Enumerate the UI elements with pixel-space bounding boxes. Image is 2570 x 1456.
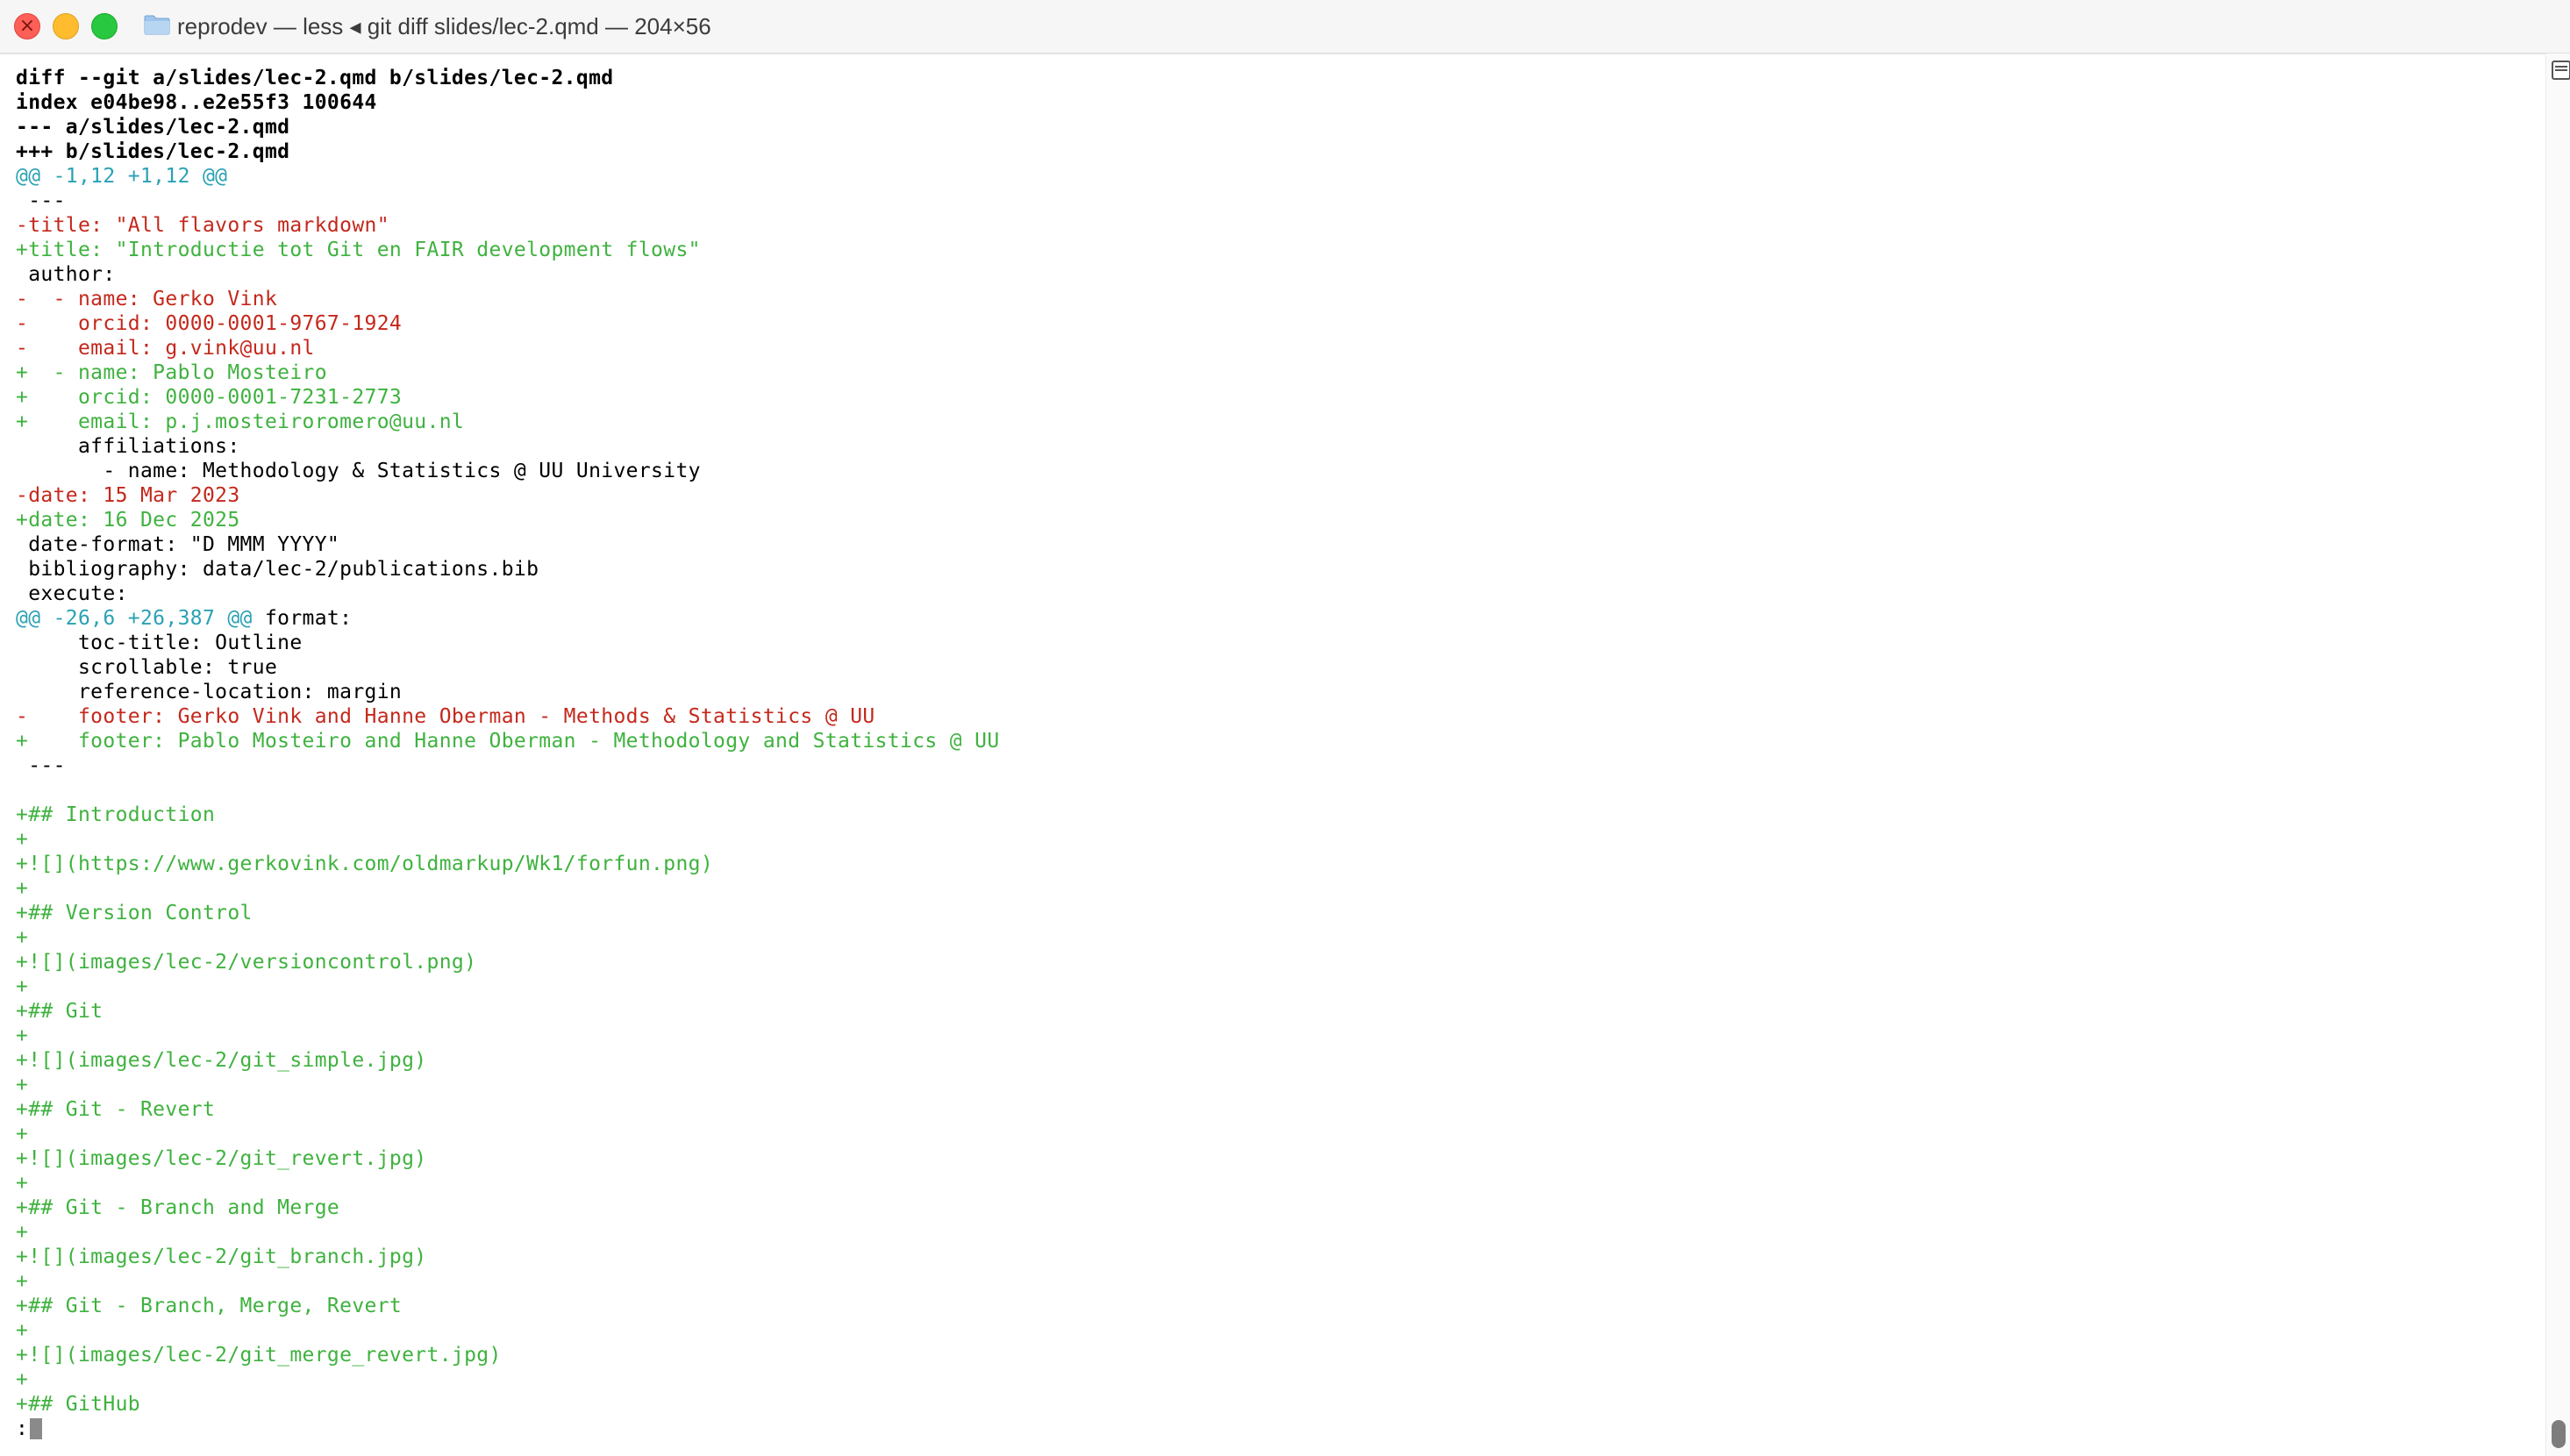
diff-line: + email: p.j.mosteiroromero@uu.nl: [16, 410, 465, 433]
diff-line: author:: [16, 263, 116, 286]
diff-line: +: [16, 926, 29, 949]
diff-line: @@ -1,12 +1,12 @@: [16, 165, 228, 188]
diff-line: + footer: Pablo Mosteiro and Hanne Oberm…: [16, 730, 1000, 753]
diff-line: +![](images/lec-2/git_simple.jpg): [16, 1049, 427, 1072]
diff-line: - footer: Gerko Vink and Hanne Oberman -…: [16, 705, 875, 728]
diff-line: +: [16, 1221, 29, 1244]
diff-line: +: [16, 1319, 29, 1342]
diff-line: - orcid: 0000-0001-9767-1924: [16, 312, 403, 335]
diff-line: - name: Methodology & Statistics @ UU Un…: [16, 460, 701, 482]
less-prompt[interactable]: :: [16, 1417, 1000, 1441]
diff-line: +## Version Control: [16, 902, 253, 924]
diff-line: +++ b/slides/lec-2.qmd: [16, 140, 290, 163]
diff-line: +: [16, 877, 29, 900]
diff-line: +![](images/lec-2/git_revert.jpg): [16, 1147, 427, 1170]
diff-line: +: [16, 1024, 29, 1047]
title-bar[interactable]: reprodev — less ◂ git diff slides/lec-2.…: [0, 0, 2570, 54]
diff-line: +## Git - Revert: [16, 1098, 216, 1121]
zoom-button[interactable]: [91, 13, 118, 39]
diff-line: index e04be98..e2e55f3 100644: [16, 91, 377, 114]
diff-line: ---: [16, 189, 66, 212]
diff-line: +![](images/lec-2/git_branch.jpg): [16, 1245, 427, 1268]
minimize-button[interactable]: [53, 13, 79, 39]
close-button[interactable]: [14, 13, 40, 39]
diff-line: execute:: [16, 582, 128, 605]
diff-line: date-format: "D MMM YYYY": [16, 533, 340, 556]
prompt-text: :: [16, 1417, 29, 1440]
diff-line: +## Git: [16, 1000, 104, 1023]
scrollbar-thumb[interactable]: [2552, 1420, 2566, 1448]
diff-line: scrollable: true: [16, 656, 278, 679]
diff-line: toc-title: Outline: [16, 632, 303, 654]
diff-line: - email: g.vink@uu.nl: [16, 337, 315, 360]
scrollbar[interactable]: [2545, 54, 2570, 1456]
diff-line: -title: "All flavors markdown": [16, 214, 389, 237]
diff-line: bibliography: data/lec-2/publications.bi…: [16, 558, 539, 581]
diff-line: +: [16, 1368, 29, 1391]
window-title: reprodev — less ◂ git diff slides/lec-2.…: [177, 13, 711, 39]
diff-line: +: [16, 828, 29, 851]
diff-output: diff --git a/slides/lec-2.qmd b/slides/l…: [16, 66, 1000, 1441]
hunk-header: @@ -26,6 +26,387 @@: [16, 607, 253, 630]
diff-line: +title: "Introductie tot Git en FAIR dev…: [16, 239, 701, 261]
diff-line: affiliations:: [16, 435, 240, 458]
diff-line: +: [16, 1123, 29, 1146]
scrollbar-menu-icon[interactable]: [2552, 61, 2570, 80]
diff-line: +date: 16 Dec 2025: [16, 509, 240, 532]
diff-line: +![](https://www.gerkovink.com/oldmarkup…: [16, 853, 714, 875]
text-cursor: [30, 1418, 43, 1439]
diff-line: +: [16, 1172, 29, 1195]
diff-line: +![](images/lec-2/versioncontrol.png): [16, 951, 477, 974]
diff-line: +## Git - Branch and Merge: [16, 1196, 340, 1219]
diff-line: +: [16, 975, 29, 998]
diff-line: - - name: Gerko Vink: [16, 288, 278, 310]
diff-line: +![](images/lec-2/git_merge_revert.jpg): [16, 1344, 502, 1367]
diff-line: + - name: Pablo Mosteiro: [16, 361, 327, 384]
diff-line: + orcid: 0000-0001-7231-2773: [16, 386, 403, 409]
diff-line: +## Git - Branch, Merge, Revert: [16, 1295, 403, 1317]
diff-line: +## Introduction: [16, 803, 216, 826]
diff-line: +: [16, 1074, 29, 1096]
diff-line: [16, 778, 1000, 803]
diff-line: +## GitHub: [16, 1393, 140, 1416]
diff-line: diff --git a/slides/lec-2.qmd b/slides/l…: [16, 67, 614, 89]
terminal-window: reprodev — less ◂ git diff slides/lec-2.…: [0, 0, 2570, 1456]
diff-line: @@ -26,6 +26,387 @@ format:: [16, 606, 1000, 631]
diff-line: +: [16, 1270, 29, 1293]
hunk-context: format:: [252, 607, 353, 630]
diff-line: --- a/slides/lec-2.qmd: [16, 116, 290, 139]
diff-line: ---: [16, 754, 66, 777]
folder-icon: [144, 15, 170, 35]
diff-line: reference-location: margin: [16, 681, 403, 703]
diff-line: -date: 15 Mar 2023: [16, 484, 240, 507]
terminal-output[interactable]: diff --git a/slides/lec-2.qmd b/slides/l…: [0, 54, 2544, 1456]
